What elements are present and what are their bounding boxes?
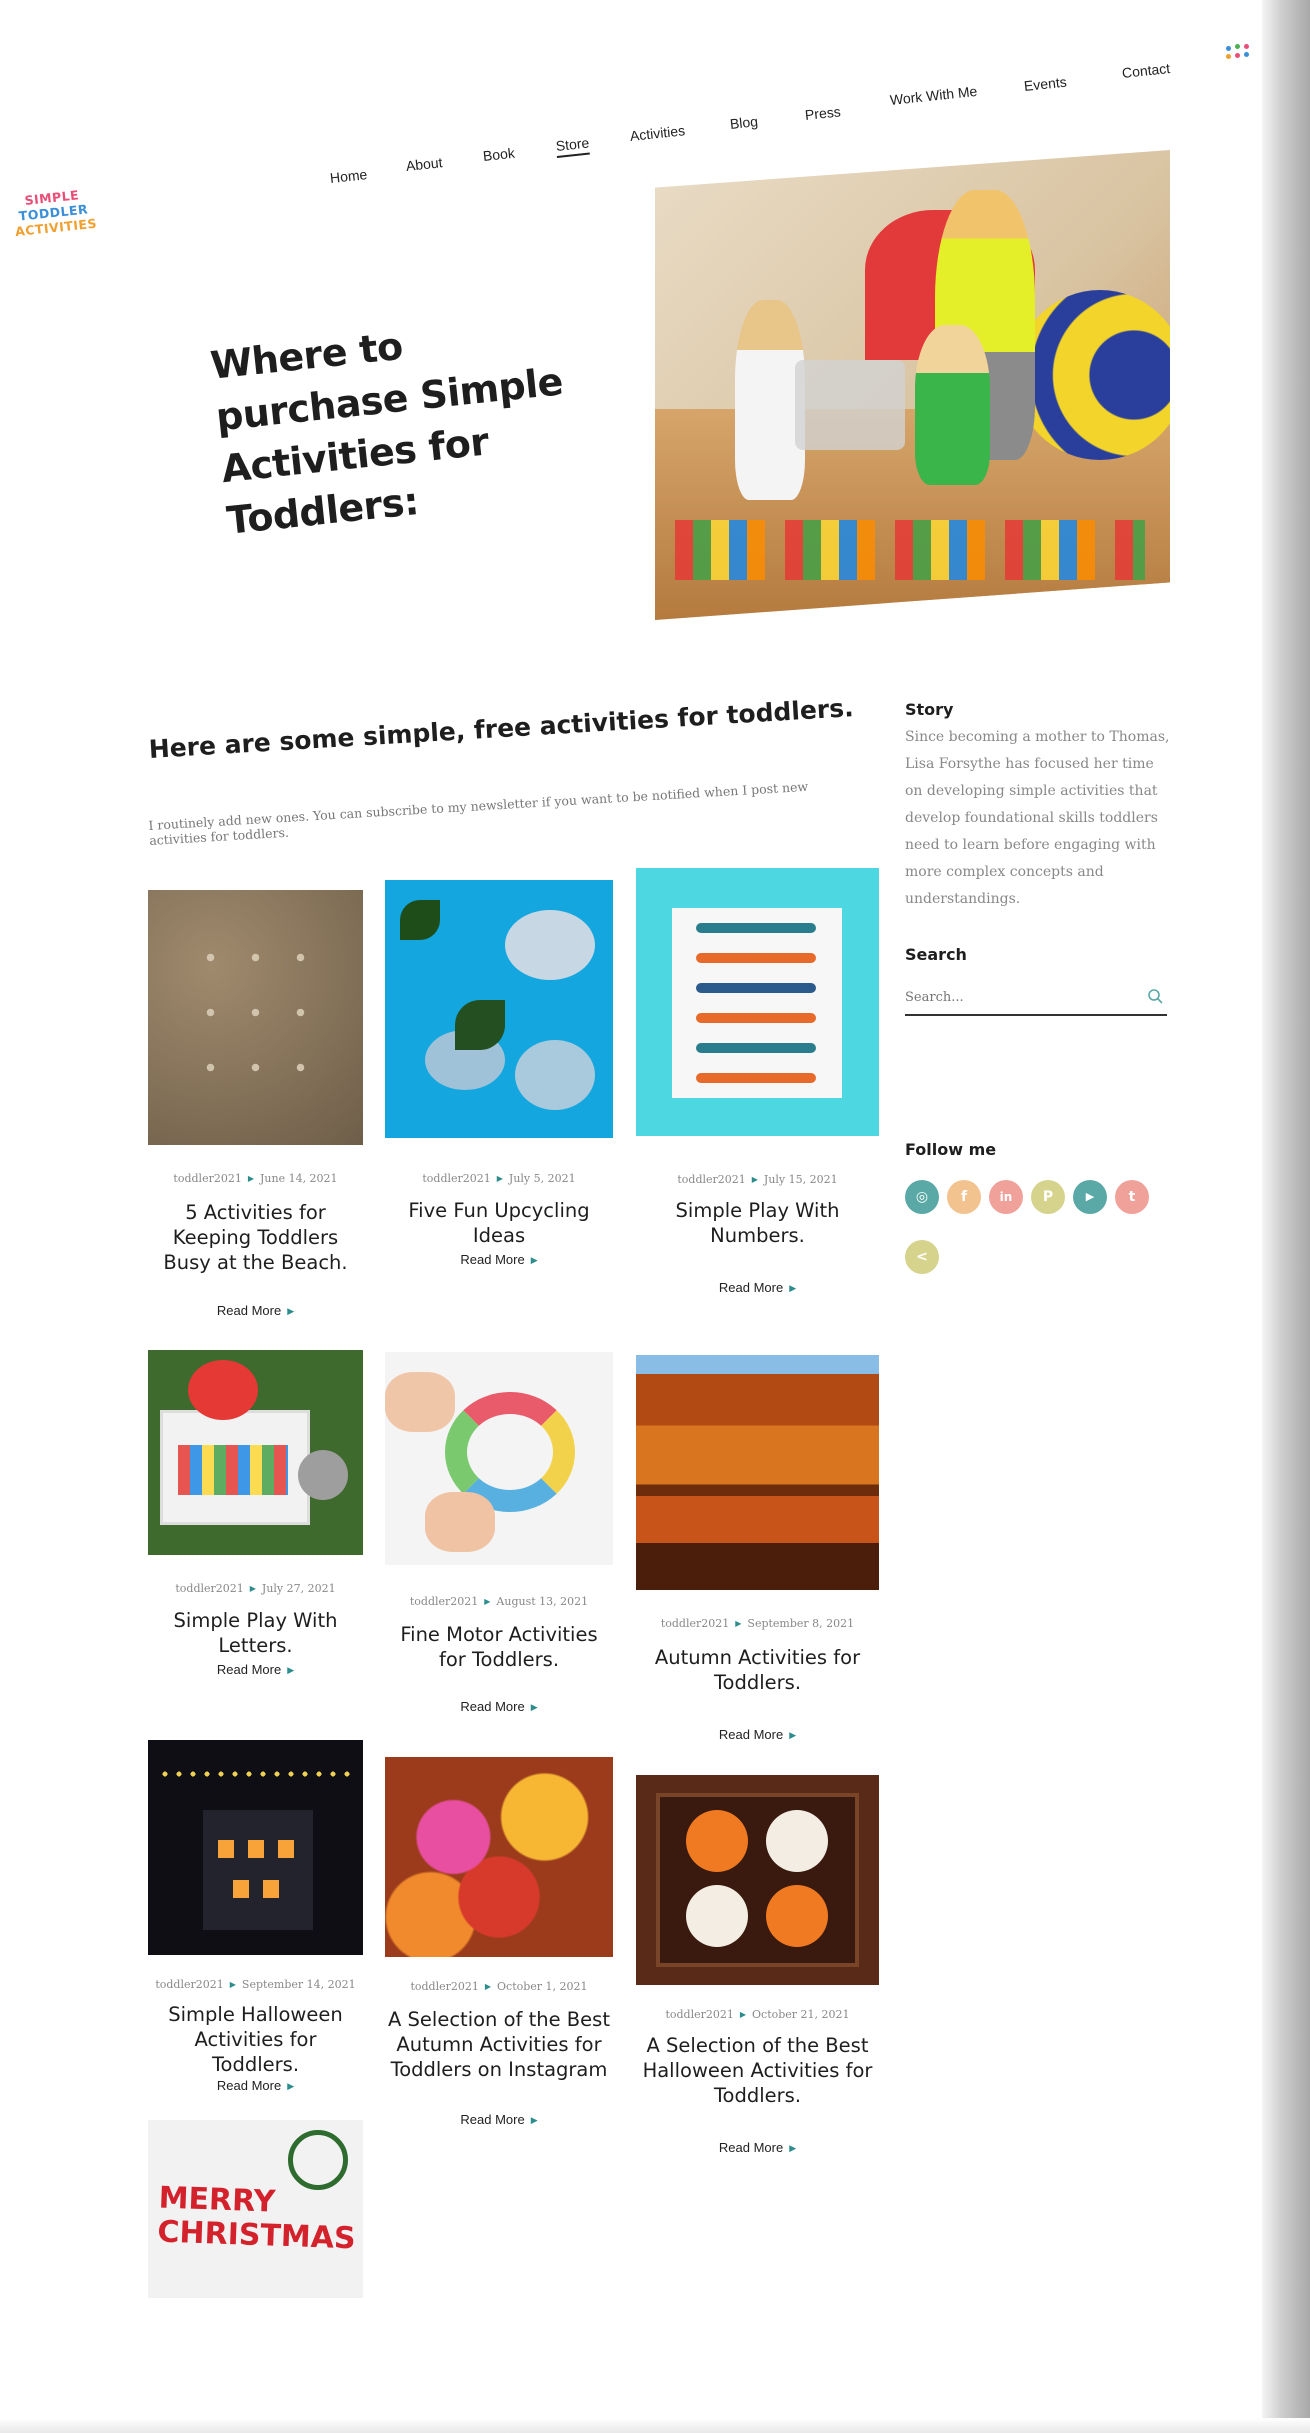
facebook-icon[interactable]: f: [947, 1180, 981, 1214]
chevron-right-icon: ▶: [287, 2081, 295, 2091]
nav-contact[interactable]: Contact: [1121, 60, 1171, 81]
post-author[interactable]: toddler2021: [661, 1617, 729, 1630]
post-date: August 13, 2021: [496, 1595, 589, 1608]
nav-about[interactable]: About: [405, 154, 443, 174]
christmas-text: MERRY CHRISTMAS: [156, 2180, 357, 2257]
post-author[interactable]: toddler2021: [410, 1595, 478, 1608]
nav-work-with-me[interactable]: Work With Me: [889, 83, 978, 108]
post-author[interactable]: toddler2021: [155, 1978, 223, 1991]
post-author[interactable]: toddler2021: [173, 1172, 241, 1185]
post-author[interactable]: toddler2021: [665, 2008, 733, 2021]
search-form: [905, 982, 1167, 1016]
post-meta: toddler2021 ▶ August 13, 2021: [409, 1595, 589, 1608]
search-input[interactable]: [905, 982, 1125, 1005]
post-author[interactable]: toddler2021: [410, 1980, 478, 1993]
post-title[interactable]: Simple Play With Letters.: [148, 1608, 363, 1658]
post-title[interactable]: Fine Motor Activities for Toddlers.: [385, 1622, 613, 1672]
post-meta: toddler2021 ▶ July 27, 2021: [175, 1582, 336, 1595]
nav-press[interactable]: Press: [804, 103, 841, 123]
read-more-link[interactable]: Read More ▶: [636, 1727, 879, 1742]
post-thumbnail[interactable]: [148, 1740, 363, 1955]
post-title[interactable]: Simple Halloween Activities for Toddlers…: [148, 2002, 363, 2077]
post-title[interactable]: Autumn Activities for Toddlers.: [636, 1645, 879, 1695]
read-more-link[interactable]: Read More ▶: [385, 2112, 613, 2127]
post-meta: toddler2021 ▶ September 14, 2021: [155, 1978, 356, 1991]
chevron-right-icon: ▶: [789, 1283, 797, 1293]
post-thumbnail[interactable]: [385, 880, 613, 1138]
post-meta: toddler2021 ▶ October 1, 2021: [410, 1980, 588, 1993]
read-more-link[interactable]: Read More ▶: [385, 1699, 613, 1714]
post-date: July 15, 2021: [763, 1173, 838, 1186]
post-author[interactable]: toddler2021: [677, 1173, 745, 1186]
post-date: September 8, 2021: [747, 1617, 855, 1630]
nav-home[interactable]: Home: [329, 166, 368, 186]
story-heading: Story: [905, 700, 954, 719]
share-icon[interactable]: <: [905, 1240, 939, 1274]
follow-heading: Follow me: [905, 1140, 997, 1159]
chevron-right-icon: ▶: [530, 1702, 538, 1712]
post-thumbnail[interactable]: [385, 1757, 613, 1957]
nav-events[interactable]: Events: [1023, 74, 1067, 94]
nav-activities[interactable]: Activities: [629, 122, 686, 144]
post-date: July 5, 2021: [508, 1172, 576, 1185]
post-thumbnail[interactable]: [148, 1350, 363, 1555]
site-logo[interactable]: SIMPLE TODDLER ACTIVITIES: [11, 186, 97, 250]
read-more-link[interactable]: Read More ▶: [636, 1280, 879, 1295]
chevron-right-icon: ▶: [789, 1730, 797, 1740]
twitter-icon[interactable]: t: [1115, 1180, 1149, 1214]
hero-image: [655, 150, 1170, 620]
post-meta: toddler2021 ▶ September 8, 2021: [660, 1617, 855, 1630]
read-more-link[interactable]: Read More ▶: [385, 1252, 613, 1267]
post-author[interactable]: toddler2021: [422, 1172, 490, 1185]
post-date: October 1, 2021: [497, 1980, 588, 1993]
post-title[interactable]: 5 Activities for Keeping Toddlers Busy a…: [148, 1200, 363, 1275]
intro-text: I routinely add new ones. You can subscr…: [148, 778, 809, 848]
hero-title: Where to purchase Simple Activities for …: [208, 323, 565, 543]
nav-store[interactable]: Store: [554, 134, 591, 158]
story-text: Since becoming a mother to Thomas, Lisa …: [905, 729, 1170, 907]
post-date: September 14, 2021: [241, 1978, 356, 1991]
post-date: July 27, 2021: [261, 1582, 336, 1595]
search-heading: Search: [905, 945, 967, 964]
nav-book[interactable]: Book: [482, 145, 515, 164]
menu-dots-icon[interactable]: [1226, 44, 1256, 66]
search-icon[interactable]: [1147, 988, 1163, 1004]
pinterest-icon[interactable]: P: [1031, 1180, 1065, 1214]
post-thumbnail[interactable]: [636, 1775, 879, 1985]
post-date: June 14, 2021: [259, 1172, 338, 1185]
post-thumbnail[interactable]: [636, 868, 879, 1136]
chevron-right-icon: ▶: [530, 1255, 538, 1265]
intro-title: Here are some simple, free activities fo…: [148, 693, 855, 764]
linkedin-icon[interactable]: in: [989, 1180, 1023, 1214]
instagram-icon[interactable]: ◎: [905, 1180, 939, 1214]
post-meta: toddler2021 ▶ July 5, 2021: [422, 1172, 576, 1185]
post-title[interactable]: A Selection of the Best Autumn Activitie…: [385, 2007, 613, 2082]
nav-blog[interactable]: Blog: [729, 113, 759, 132]
page-frame-edge: [1262, 0, 1310, 2433]
post-title[interactable]: A Selection of the Best Halloween Activi…: [636, 2033, 879, 2108]
read-more-link[interactable]: Read More ▶: [148, 1662, 363, 1677]
post-meta: toddler2021 ▶ July 15, 2021: [677, 1173, 838, 1186]
chevron-right-icon: ▶: [530, 2115, 538, 2125]
post-title[interactable]: Five Fun Upcycling Ideas: [385, 1198, 613, 1248]
read-more-link[interactable]: Read More ▶: [636, 2140, 879, 2155]
chevron-right-icon: ▶: [789, 2143, 797, 2153]
post-thumbnail[interactable]: [148, 890, 363, 1145]
chevron-right-icon: ▶: [287, 1665, 295, 1675]
post-meta: toddler2021 ▶ June 14, 2021: [173, 1172, 338, 1185]
read-more-link[interactable]: Read More ▶: [148, 2078, 363, 2093]
post-date: October 21, 2021: [752, 2008, 850, 2021]
post-thumbnail[interactable]: MERRY CHRISTMAS: [148, 2120, 363, 2298]
post-author[interactable]: toddler2021: [175, 1582, 243, 1595]
post-meta: toddler2021 ▶ October 21, 2021: [665, 2008, 850, 2021]
post-thumbnail[interactable]: [385, 1352, 613, 1565]
post-thumbnail[interactable]: [636, 1355, 879, 1590]
read-more-link[interactable]: Read More ▶: [148, 1303, 363, 1318]
post-title[interactable]: Simple Play With Numbers.: [636, 1198, 879, 1248]
page-frame-bottom: [0, 2418, 1310, 2433]
youtube-icon[interactable]: ▶: [1073, 1180, 1107, 1214]
chevron-right-icon: ▶: [287, 1306, 295, 1316]
